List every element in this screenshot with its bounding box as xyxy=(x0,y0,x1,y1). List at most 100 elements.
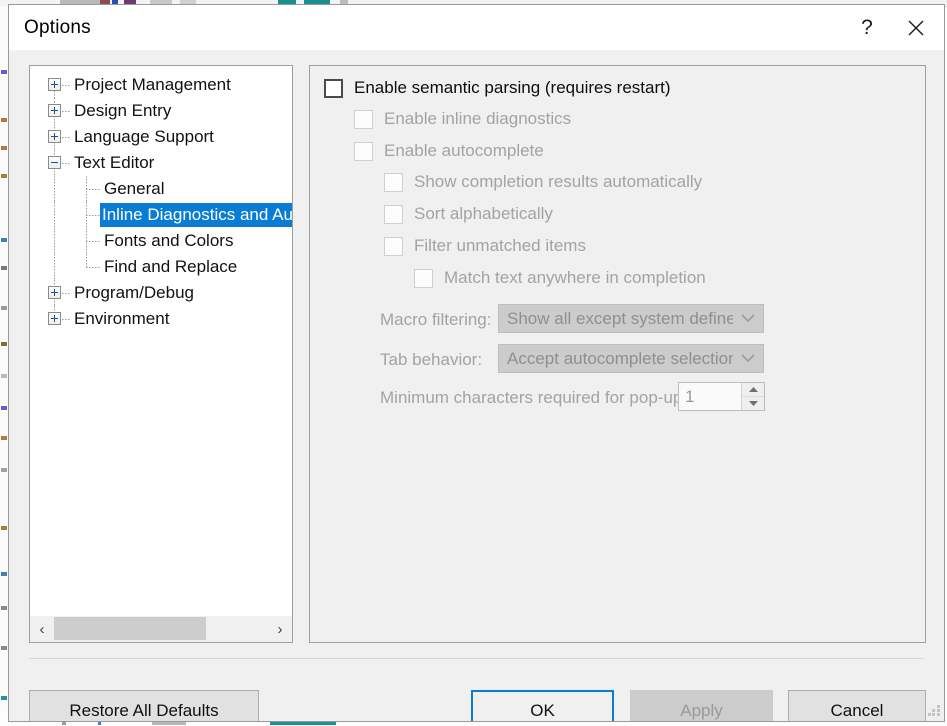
background-blip xyxy=(1,526,7,530)
chevron-down-icon xyxy=(733,345,763,372)
checkbox-enable-semantic-parsing[interactable] xyxy=(324,78,343,98)
tab-behavior-value: Accept autocomplete selection xyxy=(507,348,733,368)
scrollbar-thumb[interactable] xyxy=(54,617,206,640)
tree-item-find-and-replace[interactable]: Find and Replace xyxy=(30,254,292,280)
settings-category-tree[interactable]: Project Management Design Entry Language… xyxy=(29,65,293,643)
checkbox-label: Match text anywhere in completion xyxy=(444,268,706,287)
tree-item-label: Text Editor xyxy=(74,153,155,172)
tree-guide-line xyxy=(86,241,100,242)
background-blip xyxy=(1,468,7,472)
checkbox-enable-autocomplete xyxy=(354,141,373,161)
tree-item-label: Project Management xyxy=(74,75,231,94)
checkbox-label: Enable semantic parsing (requires restar… xyxy=(354,78,671,97)
apply-button: Apply xyxy=(630,690,773,721)
background-left-edge xyxy=(0,6,8,726)
background-blip xyxy=(1,606,7,610)
tree-guide-line xyxy=(54,202,55,228)
stepper-down-icon xyxy=(742,396,764,410)
tree-item-label: Find and Replace xyxy=(104,257,238,276)
checkbox-row-show-completion-results-automatically: Show completion results automatically xyxy=(384,172,702,192)
background-blip xyxy=(1,266,7,270)
checkbox-sort-alphabetically xyxy=(384,204,403,224)
tree-guide-line xyxy=(86,189,100,190)
tree-guide-line xyxy=(62,319,70,320)
tree-item-project-management[interactable]: Project Management xyxy=(30,72,292,98)
scrollbar-track[interactable] xyxy=(54,616,268,642)
tree-item-label: Language Support xyxy=(74,127,214,146)
background-blip xyxy=(1,174,7,178)
tree-guide-line xyxy=(62,293,70,294)
checkbox-row-enable-inline-diagnostics: Enable inline diagnostics xyxy=(354,109,571,129)
checkbox-enable-inline-diagnostics xyxy=(354,109,373,129)
tree-item-language-support[interactable]: Language Support xyxy=(30,124,292,150)
expander-plus-icon[interactable] xyxy=(48,104,61,117)
checkbox-label: Filter unmatched items xyxy=(414,236,586,255)
expander-plus-icon[interactable] xyxy=(48,130,61,143)
tree-guide-line xyxy=(86,254,87,267)
expander-plus-icon[interactable] xyxy=(48,78,61,91)
tree-item-general[interactable]: General xyxy=(30,176,292,202)
tree-guide-line xyxy=(62,85,70,86)
expander-plus-icon[interactable] xyxy=(48,312,61,325)
tree-guide-line xyxy=(54,228,55,254)
background-blip xyxy=(1,572,7,576)
macro-filtering-dropdown: Show all except system defines xyxy=(498,304,764,333)
tree-guide-line xyxy=(62,163,70,164)
checkbox-match-text-anywhere-in-completion xyxy=(414,268,433,288)
stepper-up-icon xyxy=(742,383,764,396)
checkbox-row-filter-unmatched-items: Filter unmatched items xyxy=(384,236,586,256)
close-icon[interactable] xyxy=(893,5,939,50)
tree-guide-line xyxy=(54,176,55,202)
checkbox-show-completion-results-automatically xyxy=(384,172,403,192)
expander-minus-icon[interactable] xyxy=(48,156,61,169)
cancel-button[interactable]: Cancel xyxy=(788,690,926,721)
tree-item-fonts-and-colors[interactable]: Fonts and Colors xyxy=(30,228,292,254)
scroll-left-arrow-icon[interactable]: ‹ xyxy=(30,616,54,642)
tree-item-label: Environment xyxy=(74,309,170,328)
scroll-right-arrow-icon[interactable]: › xyxy=(268,616,292,642)
chevron-down-icon xyxy=(733,305,763,332)
background-blip xyxy=(1,146,7,150)
tree-item-program-debug[interactable]: Program/Debug xyxy=(30,280,292,306)
background-blip xyxy=(1,70,7,74)
tree-item-label: General xyxy=(104,179,165,198)
checkbox-row-sort-alphabetically: Sort alphabetically xyxy=(384,204,553,224)
checkbox-row-enable-autocomplete: Enable autocomplete xyxy=(354,141,544,161)
background-blip xyxy=(1,436,7,440)
restore-all-defaults-button[interactable]: Restore All Defaults xyxy=(29,690,259,721)
tree-item-label: Design Entry xyxy=(74,101,172,120)
resize-grip[interactable] xyxy=(928,705,941,718)
stepper-buttons xyxy=(741,383,764,410)
expander-plus-icon[interactable] xyxy=(48,286,61,299)
background-blip xyxy=(1,646,7,650)
dialog-title-bar[interactable]: Options ? xyxy=(9,5,944,50)
background-blip xyxy=(1,118,7,122)
tree-item-design-entry[interactable]: Design Entry xyxy=(30,98,292,124)
footer-divider xyxy=(29,658,924,659)
tree-item-text-editor[interactable]: Text Editor xyxy=(30,150,292,176)
tree-item-environment[interactable]: Environment xyxy=(30,306,292,332)
tree-guide-line xyxy=(86,215,100,216)
macro-filtering-value: Show all except system defines xyxy=(507,308,733,328)
background-blip xyxy=(1,374,7,378)
tree-guide-line xyxy=(54,254,55,280)
macro-filtering-label: Macro filtering: xyxy=(380,310,492,329)
ok-button[interactable]: OK xyxy=(471,690,614,721)
tree-horizontal-scrollbar[interactable]: ‹ › xyxy=(30,615,292,642)
dialog-body: Project Management Design Entry Language… xyxy=(9,50,944,721)
background-blip xyxy=(1,306,7,310)
checkbox-row-match-text-anywhere-in-completion: Match text anywhere in completion xyxy=(414,268,706,288)
minimum-characters-value: 1 xyxy=(685,386,695,406)
tab-behavior-label: Tab behavior: xyxy=(380,350,483,369)
tree-item-label: Fonts and Colors xyxy=(104,231,234,250)
checkbox-label: Show completion results automatically xyxy=(414,172,703,191)
background-blip xyxy=(1,406,7,410)
tree-item-inline-diagnostics-and-autocomplete[interactable]: Inline Diagnostics and Autoc xyxy=(30,202,292,228)
checkbox-row-enable-semantic-parsing[interactable]: Enable semantic parsing (requires restar… xyxy=(324,78,671,98)
help-icon[interactable]: ? xyxy=(844,5,890,50)
options-detail-panel: Enable semantic parsing (requires restar… xyxy=(309,65,926,643)
minimum-characters-stepper: 1 xyxy=(678,382,765,411)
background-blip xyxy=(1,696,7,700)
tree-item-label: Inline Diagnostics and Autoc xyxy=(100,203,292,227)
checkbox-label: Enable autocomplete xyxy=(384,141,544,160)
